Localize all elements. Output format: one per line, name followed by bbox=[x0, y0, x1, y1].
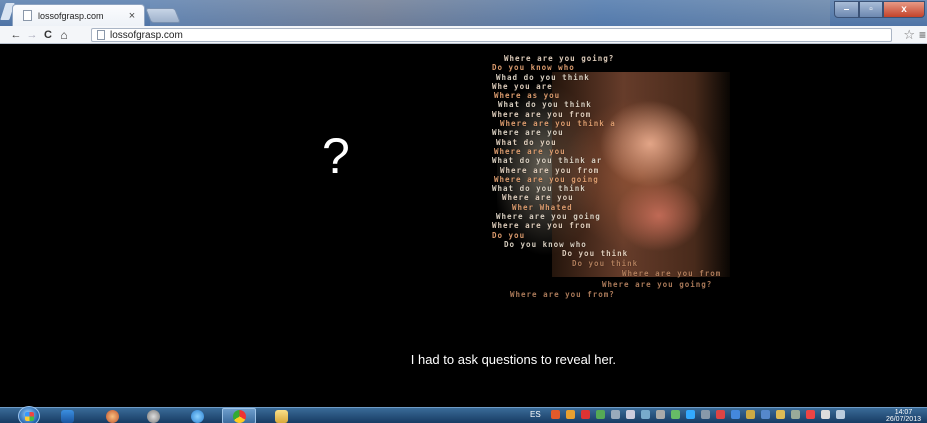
caption-text: I had to ask questions to reveal her. bbox=[410, 352, 616, 367]
folder-icon bbox=[274, 409, 288, 423]
taskbar-chrome[interactable] bbox=[222, 408, 256, 423]
portrait-text-lines: Where are you going? Do you know who Whad … bbox=[492, 54, 730, 259]
browser-tab-strip: lossofgrasp.com × – ▫ x bbox=[0, 0, 927, 26]
address-bar[interactable]: lossofgrasp.com bbox=[91, 28, 892, 42]
window-controls: – ▫ x bbox=[834, 1, 925, 18]
bookmark-star-icon[interactable]: ☆ bbox=[903, 27, 915, 43]
internet-explorer-icon bbox=[190, 409, 204, 423]
taskbar-internet-explorer[interactable] bbox=[186, 408, 208, 423]
tray-icon-5[interactable] bbox=[610, 410, 620, 419]
tray-icon-19[interactable] bbox=[820, 410, 830, 419]
back-arrow-icon[interactable]: ← bbox=[8, 26, 24, 44]
portrait-text-line: What do you bbox=[496, 137, 557, 147]
taskbar-app-2[interactable] bbox=[101, 408, 123, 423]
taskbar-app-3[interactable] bbox=[142, 408, 164, 423]
portrait-text-line: Where are you from bbox=[500, 165, 600, 175]
taskbar-explorer[interactable] bbox=[270, 408, 292, 423]
home-icon[interactable]: ⌂ bbox=[56, 26, 72, 44]
page-icon bbox=[97, 30, 105, 40]
question-mark: ? bbox=[322, 128, 350, 184]
portrait-tail-line: Where are you going? bbox=[602, 279, 713, 289]
media-player-icon bbox=[60, 409, 74, 423]
tray-volume-icon[interactable] bbox=[625, 410, 635, 419]
browser-toolbar: ← → C ⌂ lossofgrasp.com ☆ ≡ bbox=[0, 26, 927, 44]
portrait-tail-line: Where are you from bbox=[622, 269, 722, 279]
tray-network-icon[interactable] bbox=[835, 410, 845, 419]
tray-mail-icon[interactable] bbox=[580, 410, 590, 419]
portrait-text-line: Do you bbox=[492, 230, 526, 240]
portrait-text-line: Where are you going bbox=[494, 174, 599, 184]
portrait-text-line: Where are you from bbox=[492, 109, 592, 119]
menu-icon[interactable]: ≡ bbox=[919, 28, 926, 42]
portrait-text-line: What do you think bbox=[492, 184, 586, 194]
new-tab-button[interactable] bbox=[144, 8, 182, 23]
portrait-text-line: Do you know who bbox=[504, 239, 587, 249]
tray-icon-15[interactable] bbox=[760, 410, 770, 419]
portrait-text-line: Wher Whated bbox=[512, 202, 573, 212]
tray-icon-9[interactable] bbox=[670, 410, 680, 419]
tray-icon-11[interactable] bbox=[700, 410, 710, 419]
portrait-tail-line: Do you think bbox=[572, 259, 639, 268]
portrait-text-line: What do you think ar bbox=[492, 156, 603, 166]
tray-icon-7[interactable] bbox=[640, 410, 650, 419]
address-url: lossofgrasp.com bbox=[110, 29, 183, 41]
clock-date: 26/07/2013 bbox=[885, 416, 921, 423]
close-window-button[interactable]: x bbox=[883, 1, 925, 18]
portrait-text-line: Where are you bbox=[502, 193, 574, 203]
start-button[interactable] bbox=[18, 406, 40, 423]
tray-icon-1[interactable] bbox=[550, 410, 560, 419]
tray-icon-8[interactable] bbox=[655, 410, 665, 419]
portrait-text-line: Where are you bbox=[492, 128, 564, 138]
portrait-text-line: What do you think bbox=[498, 100, 592, 110]
portrait-text-line: Where are you going bbox=[496, 212, 601, 222]
portrait-tail-line: Where are you from? bbox=[510, 289, 615, 299]
portrait-text-line: Where are you think a bbox=[500, 119, 616, 129]
forward-arrow-icon[interactable]: → bbox=[24, 26, 40, 44]
page-viewport: ? Where are you going? Do you know who Wha… bbox=[10, 44, 927, 407]
tray-icon-16[interactable] bbox=[775, 410, 785, 419]
minimize-button[interactable]: – bbox=[834, 1, 859, 18]
tray-icon-17[interactable] bbox=[790, 410, 800, 419]
tray-icon-10[interactable] bbox=[685, 410, 695, 419]
tray-icon-18[interactable] bbox=[805, 410, 815, 419]
taskbar-media-player[interactable] bbox=[56, 408, 78, 423]
tab-title: lossofgrasp.com bbox=[38, 10, 104, 21]
page-icon bbox=[23, 10, 32, 21]
maximize-button[interactable]: ▫ bbox=[859, 1, 883, 18]
system-tray: ES bbox=[530, 410, 845, 419]
language-indicator[interactable]: ES bbox=[530, 410, 541, 419]
portrait-text-line: Whe you are bbox=[492, 81, 553, 91]
windows-taskbar: ES 14:07 26/07/2013 bbox=[0, 406, 927, 423]
tray-icon-13[interactable] bbox=[730, 410, 740, 419]
portrait-text-line: Where are you bbox=[494, 146, 566, 156]
page-caption: I had to ask questions to reveal her. bbox=[10, 352, 670, 367]
reload-icon[interactable]: C bbox=[40, 26, 56, 44]
portrait-text-line: Where are you going? bbox=[504, 54, 615, 63]
tray-icon-12[interactable] bbox=[715, 410, 725, 419]
portrait-text-line: Do you think bbox=[562, 249, 629, 259]
taskbar-clock[interactable]: 14:07 26/07/2013 bbox=[886, 409, 921, 423]
tray-icon-4[interactable] bbox=[595, 410, 605, 419]
portrait-text-line: Whad do you think bbox=[496, 72, 590, 82]
window-background bbox=[150, 0, 830, 26]
chrome-icon bbox=[232, 409, 246, 423]
portrait-text-line: Where are you from bbox=[492, 221, 592, 231]
tab-close-icon[interactable]: × bbox=[126, 10, 138, 22]
orange-app-icon bbox=[105, 409, 119, 423]
grey-app-icon bbox=[146, 409, 160, 423]
portrait-tail-lines: Do you think Where are you from Where are … bbox=[492, 259, 730, 300]
typographic-portrait: Where are you going? Do you know who Whad … bbox=[492, 54, 730, 319]
tray-icon-2[interactable] bbox=[565, 410, 575, 419]
tray-icon-14[interactable] bbox=[745, 410, 755, 419]
portrait-text-line: Do you know who bbox=[492, 63, 575, 73]
clock-time: 14:07 bbox=[894, 409, 913, 416]
tab-lossofgrasp[interactable]: lossofgrasp.com × bbox=[12, 4, 145, 26]
